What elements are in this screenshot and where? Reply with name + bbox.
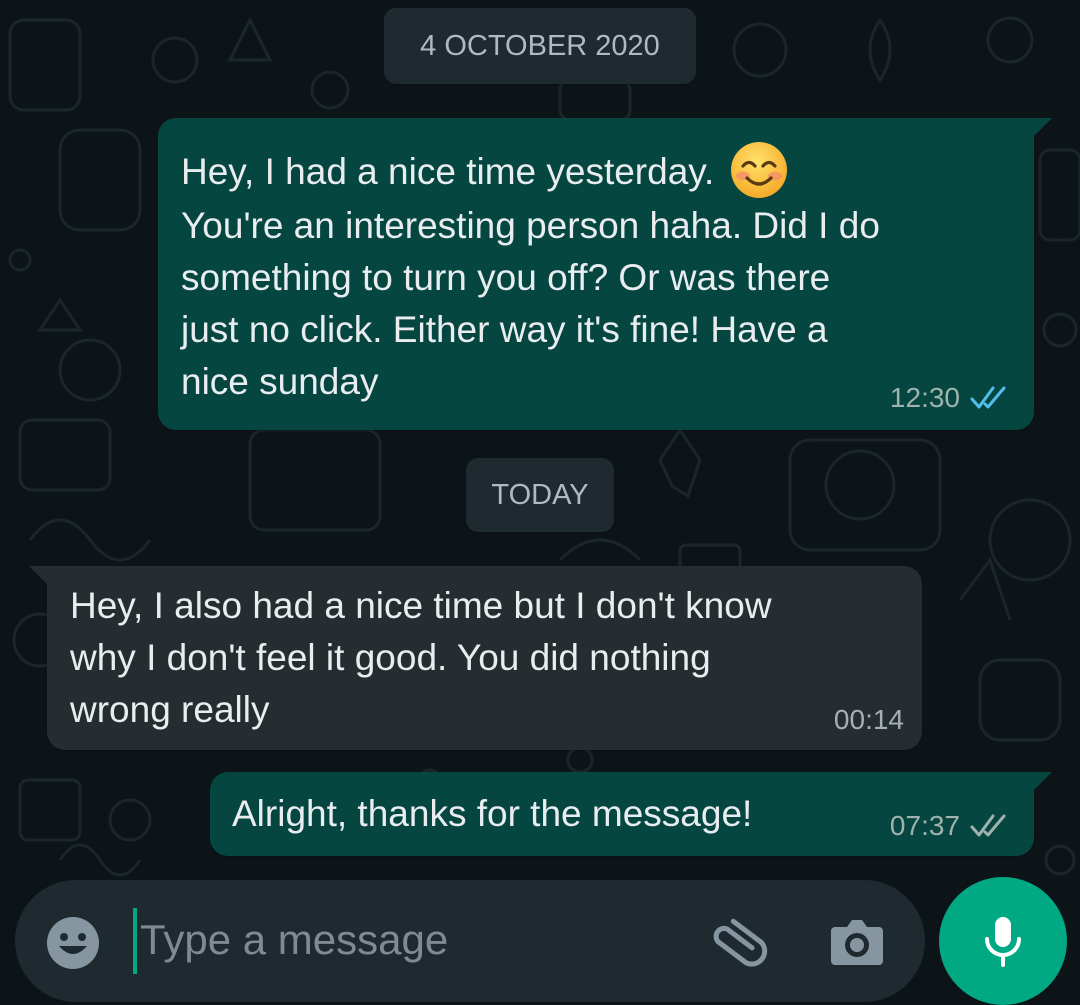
outgoing-message-bubble[interactable]: Hey, I had a nice time yesterday. You're… (158, 118, 1052, 430)
date-separator-label: 4 OCTOBER 2020 (420, 29, 660, 62)
message-meta: 12:30 (890, 382, 1014, 414)
attach-icon[interactable] (703, 908, 769, 974)
message-time: 00:14 (833, 704, 904, 735)
message-text: Hey, I had a nice time yesterday. You're… (181, 140, 1016, 408)
smiling-face-icon (730, 142, 787, 198)
delivered-ticks-icon (970, 814, 1006, 837)
outgoing-message-bubble[interactable]: Alright, thanks for the message! 07:37 (210, 772, 1052, 856)
incoming-message-bubble[interactable]: Hey, I also had a nice time but I don't … (29, 566, 922, 750)
voice-record-button[interactable] (939, 877, 1067, 1005)
mic-icon (985, 917, 1021, 967)
message-text: Hey, I also had a nice time but I don't … (70, 585, 772, 730)
camera-icon[interactable] (827, 913, 887, 969)
date-separator-today: TODAY (466, 458, 614, 532)
bubble-tail (29, 566, 51, 588)
message-time: 07:37 (889, 810, 960, 841)
text-cursor (133, 908, 137, 974)
bubble-tail (1030, 118, 1052, 140)
message-input[interactable]: Type a message (140, 914, 448, 966)
message-text: Alright, thanks for the message! (232, 793, 753, 834)
date-separator: 4 OCTOBER 2020 (384, 8, 696, 84)
message-meta: 07:37 (890, 810, 1014, 842)
read-ticks-icon (970, 386, 1006, 409)
emoji-icon[interactable] (45, 915, 101, 971)
message-composer: Type a message (15, 880, 925, 1002)
date-separator-label: TODAY (491, 478, 589, 511)
bubble-tail (1030, 772, 1052, 794)
message-meta: 00:14 (834, 704, 904, 736)
message-time: 12:30 (889, 382, 960, 413)
